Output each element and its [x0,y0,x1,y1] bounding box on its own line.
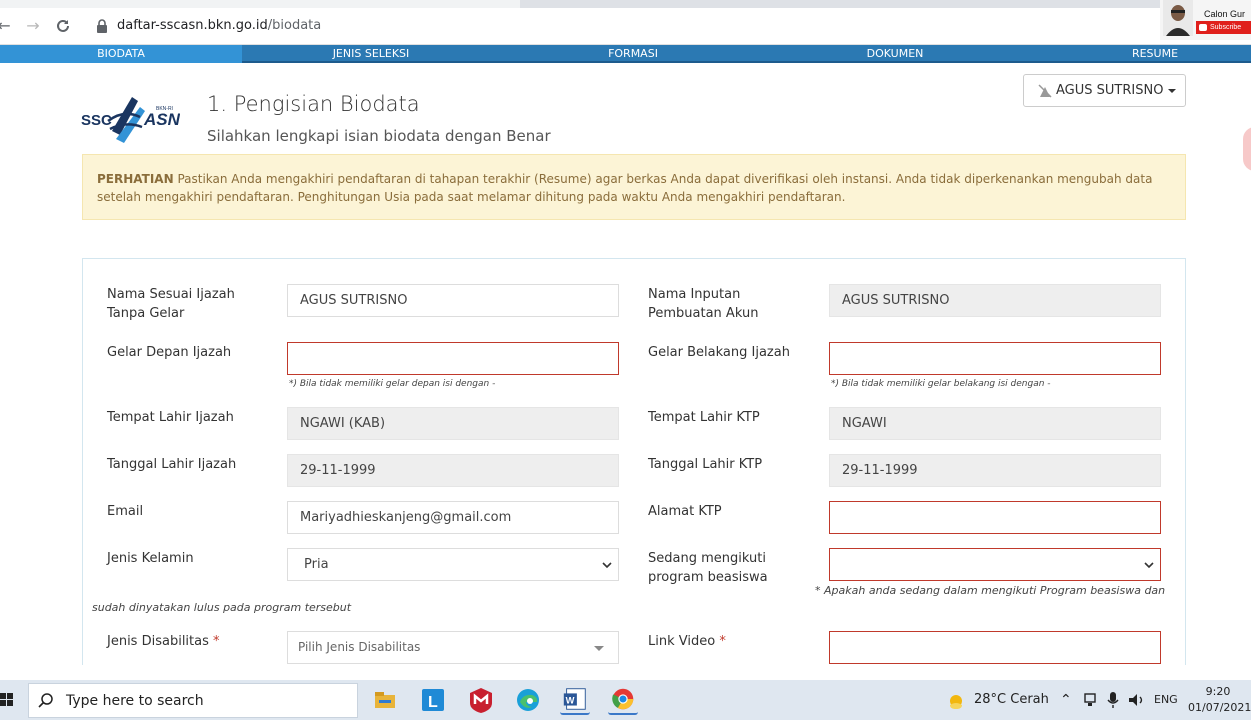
gelar-depan-label: Gelar Depan Ijazah [107,345,232,360]
user-name: AGUS SUTRISNO [1056,83,1164,98]
step-resume[interactable]: RESUME [1080,45,1230,63]
lock-icon [97,19,107,33]
gelar-belakang-field[interactable] [829,342,1161,375]
reload-icon[interactable] [53,16,73,36]
search-placeholder: Type here to search [66,693,204,709]
alamat-ktp-field[interactable] [829,501,1161,534]
forward-icon[interactable]: → [23,16,43,36]
nama-ijazah-field[interactable]: AGUS SUTRISNO [287,284,619,317]
beasiswa-label: Sedang mengikuti program beasiswa [648,551,768,585]
tempat-lahir-ijazah-field: NGAWI (KAB) [287,407,619,440]
tempat-lahir-ijazah-label: Tempat Lahir Ijazah [107,410,234,425]
jenis-kelamin-select[interactable]: Pria [287,548,619,581]
tab-strip [0,0,1251,8]
gelar-depan-field[interactable] [287,342,619,375]
email-label: Email [107,504,144,519]
warning-alert: PERHATIAN Pastikan Anda mengakhiri penda… [82,154,1186,220]
url-field[interactable]: daftar-sscasn.bkn.go.id/biodata [86,12,1156,40]
language-indicator[interactable]: ENG [1154,680,1178,720]
clock-date: 01/07/2021 [1188,701,1251,714]
svg-text:W: W [566,696,575,706]
sscasn-logo: SSC ASN BKN-RI [81,97,180,143]
user-menu-button[interactable]: AGUS SUTRISNO [1023,74,1186,107]
back-icon[interactable]: ← [0,16,14,36]
webcam-overlay: Calon Gur Subscribe [1160,0,1251,40]
gelar-depan-hint: *) Bila tidak memiliki gelar depan isi d… [289,379,496,389]
beasiswa-hint-continued: sudah dinyatakan lulus pada program ters… [92,601,352,614]
nama-akun-field: AGUS SUTRISNO [829,284,1161,317]
browser-tab[interactable] [0,0,520,8]
alamat-ktp-label: Alamat KTP [648,504,722,519]
disabilitas-label: Jenis Disabilitas * [107,634,220,649]
microphone-icon[interactable] [1107,691,1119,709]
taskbar-search[interactable]: Type here to search [28,683,358,718]
tanggal-lahir-ktp-label: Tanggal Lahir KTP [648,457,763,472]
email-field[interactable]: Mariyadhieskanjeng@gmail.com [287,501,619,534]
clock[interactable]: 9:20 01/07/2021 [1188,684,1251,716]
step-nav: BIODATA JENIS SELEKSI FORMASI DOKUMEN RE… [0,45,1251,63]
address-bar: ← → daftar-sscasn.bkn.go.id/biodata [0,8,1251,45]
network-icon[interactable] [1083,692,1097,708]
clock-time: 9:20 [1205,685,1231,698]
screen: ← → daftar-sscasn.bkn.go.id/biodata Calo… [0,0,1251,720]
tempat-lahir-ktp-field: NGAWI [829,407,1161,440]
dropdown-arrow-icon [594,646,604,651]
edge-icon[interactable] [513,685,543,715]
word-icon[interactable]: W [560,685,590,715]
svg-text:L: L [428,694,438,711]
step-biodata[interactable]: BIODATA [0,45,242,63]
speaker-icon[interactable] [1128,693,1146,707]
mcafee-icon[interactable] [466,685,496,715]
l-app-icon[interactable]: L [418,685,448,715]
disabilitas-placeholder: Pilih Jenis Disabilitas [298,640,421,654]
step-dokumen[interactable]: DOKUMEN [766,45,1024,63]
tanggal-lahir-ijazah-label: Tanggal Lahir Ijazah [107,457,237,472]
nama-ijazah-label: Nama Sesuai Ijazah Tanpa Gelar [107,287,235,321]
user-icon [1038,83,1052,98]
gelar-belakang-hint: *) Bila tidak memiliki gelar belakang is… [831,379,1051,389]
presenter-avatar [1163,0,1193,36]
jenis-kelamin-label: Jenis Kelamin [107,551,194,566]
search-icon [38,693,53,708]
gelar-belakang-label: Gelar Belakang Ijazah [648,345,790,360]
alert-text: Pastikan Anda mengakhiri pendaftaran di … [97,172,1153,204]
jenis-kelamin-value: Pria [304,557,329,572]
alert-heading: PERHATIAN [97,172,174,186]
chevron-up-icon[interactable]: ⌃ [1060,680,1072,720]
page-title: 1. Pengisian Biodata [207,92,420,116]
page-subtitle: Silahkan lengkapi isian biodata dengan B… [207,127,551,145]
chevron-down-icon [602,562,612,569]
url-text: daftar-sscasn.bkn.go.id/biodata [117,18,322,33]
chevron-down-icon [1168,88,1177,93]
windows-taskbar: Type here to search L W 28°C Cerah ⌃ ENG… [0,680,1251,720]
weather-text[interactable]: 28°C Cerah [974,680,1049,720]
main-content: SSC ASN BKN-RI 1. Pengisian Biodata Sila… [0,65,1251,665]
weather-sun-icon [950,695,962,709]
step-jenis-seleksi[interactable]: JENIS SELEKSI [242,45,500,63]
disabilitas-select[interactable]: Pilih Jenis Disabilitas [287,631,619,664]
chrome-icon[interactable] [608,685,638,715]
beasiswa-select[interactable] [829,548,1161,581]
windows-start-icon[interactable] [0,693,14,707]
tempat-lahir-ktp-label: Tempat Lahir KTP [648,410,760,425]
biodata-form: Nama Sesuai Ijazah Tanpa Gelar AGUS SUTR… [82,258,1186,665]
required-mark: * [719,634,726,649]
channel-name: Calon Gur [1204,9,1246,19]
svg-text:BKN-RI: BKN-RI [156,106,173,112]
svg-text:SSC: SSC [81,112,112,129]
link-video-label: Link Video * [648,634,726,649]
side-floating-button[interactable] [1243,127,1251,171]
subscribe-badge: Subscribe [1196,21,1251,34]
nama-akun-label: Nama Inputan Pembuatan Akun [648,287,759,321]
chevron-down-icon [1144,562,1154,569]
link-video-field[interactable] [829,631,1161,664]
beasiswa-hint: * Apakah anda sedang dalam mengikuti Pro… [815,584,1166,597]
svg-text:ASN: ASN [143,110,180,129]
required-mark: * [213,634,220,649]
tanggal-lahir-ijazah-field: 29-11-1999 [287,454,619,487]
step-formasi[interactable]: FORMASI [500,45,766,63]
tanggal-lahir-ktp-field: 29-11-1999 [829,454,1161,487]
file-explorer-icon[interactable] [370,685,400,715]
